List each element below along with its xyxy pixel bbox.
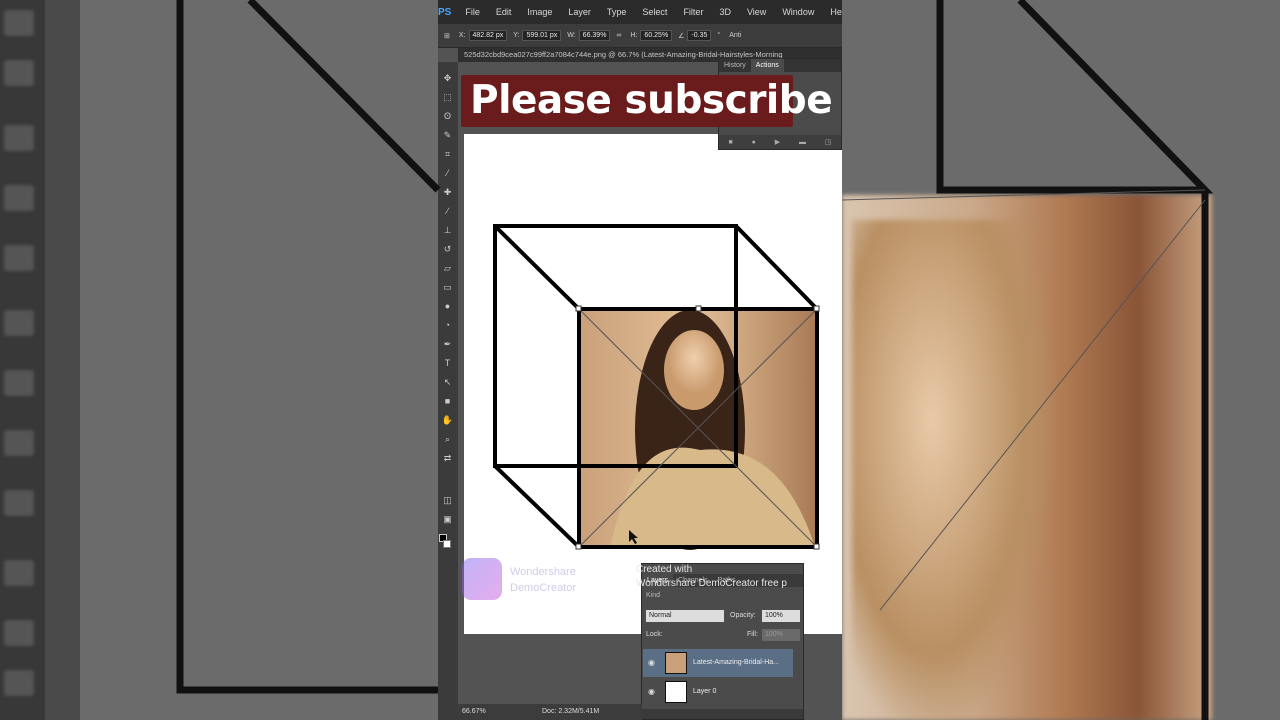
transform-handle xyxy=(695,305,702,312)
cube-drawing xyxy=(176,0,1214,720)
cube-edge-bottom-left xyxy=(493,464,581,549)
cube-edge-top-left xyxy=(493,224,581,311)
bg-cube-edge-left xyxy=(176,0,438,694)
video-frame: PS File Edit Image Layer Type Select Fil… xyxy=(0,0,1280,720)
transform-handle xyxy=(575,543,582,550)
bg-cube-edge-right xyxy=(936,0,1214,194)
transform-handle xyxy=(813,543,820,550)
transform-handle xyxy=(575,305,582,312)
cube-edge-top-right xyxy=(734,224,819,311)
bg-cube-diagonal-left xyxy=(247,0,441,193)
bg-transform-diagonal xyxy=(879,199,1206,611)
photo-face xyxy=(664,330,724,410)
transform-handle xyxy=(813,305,820,312)
